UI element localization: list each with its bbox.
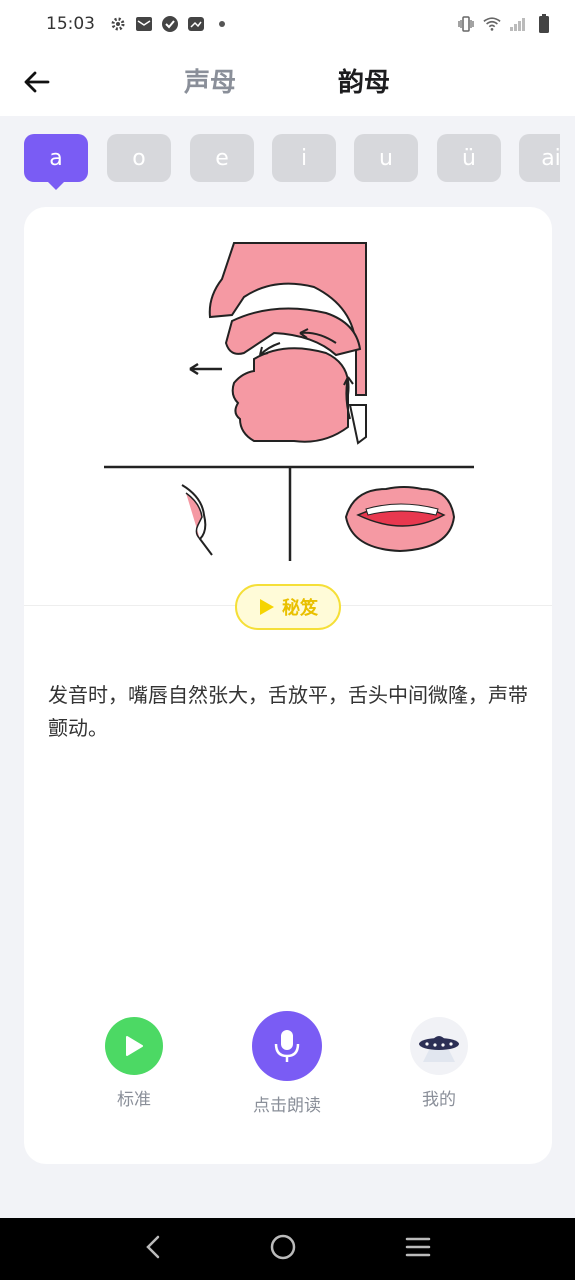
standard-label: 标准 <box>117 1090 151 1110</box>
nav-back-button[interactable] <box>143 1234 163 1264</box>
chip-u-umlaut[interactable]: ü <box>437 134 501 182</box>
mine-label: 我的 <box>422 1090 456 1110</box>
chevron-left-icon <box>146 1235 160 1259</box>
standard-audio-button[interactable]: 标准 <box>105 1013 163 1110</box>
read-aloud-label: 点击朗读 <box>253 1096 321 1116</box>
chip-u[interactable]: u <box>354 134 418 182</box>
status-bar: 15:03 <box>0 0 575 48</box>
tab-yunmu[interactable]: 韵母 <box>338 62 390 99</box>
pronunciation-card: 秘笈 发音时，嘴唇自然张大，舌放平，舌头中间微隆，声带颤动。 标准 点击朗读 我… <box>24 207 552 1164</box>
back-button[interactable] <box>18 64 54 100</box>
gallery-icon <box>187 15 205 33</box>
nav-home-button[interactable] <box>269 1233 297 1265</box>
read-aloud-button[interactable]: 点击朗读 <box>252 1011 322 1116</box>
nav-recents-button[interactable] <box>404 1235 432 1263</box>
mail-icon <box>135 15 153 33</box>
play-icon <box>126 1036 143 1056</box>
chip-o[interactable]: o <box>107 134 171 182</box>
settings-icon <box>109 15 127 33</box>
arrow-left-icon <box>24 71 50 93</box>
system-nav-bar <box>0 1218 575 1280</box>
pronunciation-description: 发音时，嘴唇自然张大，舌放平，舌头中间微隆，声带颤动。 <box>48 683 528 740</box>
microphone-icon <box>274 1030 300 1062</box>
vowel-chip-list: a o e i u ü ai <box>24 134 560 190</box>
chip-ai[interactable]: ai <box>519 134 560 182</box>
mine-button[interactable]: 我的 <box>410 1013 468 1110</box>
status-time: 15:03 <box>46 14 95 34</box>
tips-button[interactable]: 秘笈 <box>235 584 341 630</box>
chip-i[interactable]: i <box>272 134 336 182</box>
chip-a[interactable]: a <box>24 134 88 190</box>
microphone-circle[interactable] <box>252 1011 322 1081</box>
home-circle-icon <box>271 1234 296 1260</box>
menu-lines-icon <box>405 1237 431 1257</box>
ufo-circle[interactable] <box>410 1017 468 1075</box>
tab-shengmu[interactable]: 声母 <box>184 62 236 99</box>
dot-icon <box>213 15 231 33</box>
signal-icon <box>509 15 527 33</box>
check-icon <box>161 15 179 33</box>
mouth-diagram <box>104 242 474 561</box>
wifi-icon <box>483 15 501 33</box>
header: 声母 韵母 <box>0 48 575 116</box>
vibrate-icon <box>457 15 475 33</box>
tips-label: 秘笈 <box>282 598 318 619</box>
battery-icon <box>535 14 553 33</box>
ufo-icon <box>419 1036 459 1062</box>
standard-play-circle[interactable] <box>105 1017 163 1075</box>
chip-e[interactable]: e <box>190 134 254 182</box>
play-icon <box>260 599 274 615</box>
